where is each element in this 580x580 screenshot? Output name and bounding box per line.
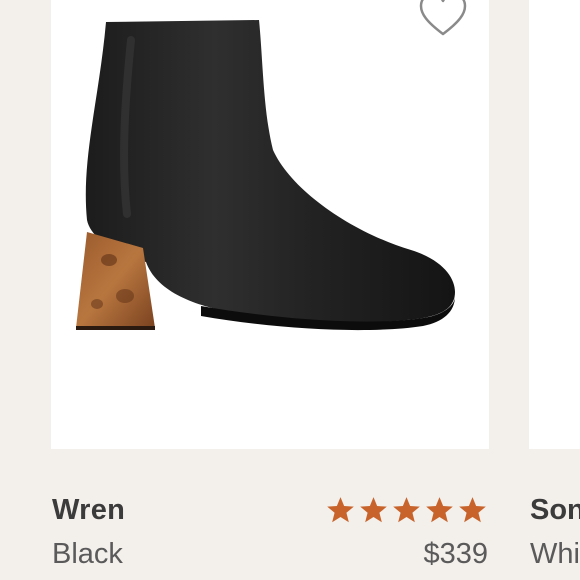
product-image[interactable] bbox=[51, 0, 489, 449]
product-name[interactable]: Wren bbox=[52, 494, 125, 527]
star-icon bbox=[360, 497, 387, 523]
product-price: $339 bbox=[423, 538, 488, 570]
heart-outline-icon[interactable] bbox=[417, 0, 469, 40]
product-card-next[interactable]: Son Whi bbox=[529, 0, 580, 580]
product-image-next[interactable] bbox=[529, 0, 580, 449]
star-icon bbox=[393, 497, 420, 523]
star-icon bbox=[327, 497, 354, 523]
product-card-wren[interactable]: Wren Black $339 bbox=[51, 0, 489, 580]
star-icon bbox=[426, 497, 453, 523]
rating-stars bbox=[326, 496, 487, 524]
star-icon bbox=[459, 497, 486, 523]
product-name-next[interactable]: Son bbox=[530, 494, 580, 527]
product-color: Black bbox=[52, 538, 123, 570]
product-color-next: Whi bbox=[530, 538, 580, 570]
boot-image bbox=[76, 20, 456, 331]
